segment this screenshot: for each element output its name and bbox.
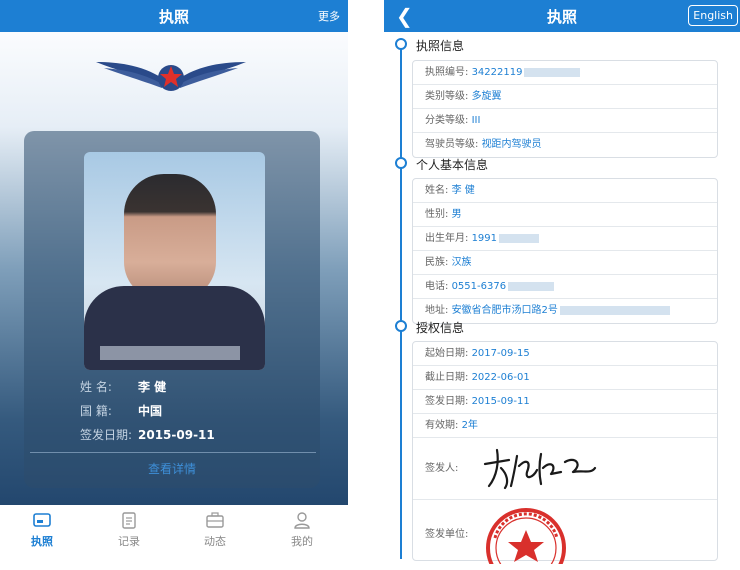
timeline-line (400, 44, 402, 559)
issuer-unit-row: 签发单位: (413, 500, 717, 564)
name-value: 李 健 (138, 380, 167, 394)
authorization-info-box: 起始日期: 2017-09-15 截止日期: 2022-06-01 签发日期: … (412, 341, 718, 564)
section-dot (395, 320, 407, 332)
tab-records[interactable]: 记录 (99, 511, 159, 549)
list-item: 民族: 汉族 (413, 251, 717, 275)
name-row: 姓 名: 李 健 (80, 380, 167, 394)
section-dot (395, 38, 407, 50)
issue-date-row: 签发日期: 2015-09-11 (80, 428, 215, 442)
handwritten-signature (483, 448, 597, 490)
list-item: 截止日期: 2022-06-01 (413, 366, 717, 390)
view-details-link[interactable]: 查看详情 (24, 460, 320, 477)
bottom-tab-bar: 执照 记录 动态 我的 (0, 505, 348, 559)
license-card-screen: 执照 更多 姓 名: 李 健 国 籍: 中国 签发日期: 2015-09-11 查看详… (0, 0, 348, 559)
top-bar: 执照 更多 (0, 0, 348, 32)
issue-date-value: 2015-09-11 (138, 428, 215, 442)
divider (30, 452, 316, 453)
list-item: 姓名: 李 健 (413, 179, 717, 203)
list-item: 有效期: 2年 (413, 414, 717, 438)
list-item: 分类等级: III (413, 109, 717, 133)
tab-license[interactable]: 执照 (12, 511, 72, 549)
section-dot (395, 157, 407, 169)
issuer-row: 签发人: (413, 438, 717, 500)
official-seal (486, 508, 566, 564)
section-title-personal: 个人基本信息 (416, 158, 489, 172)
list-item: 起始日期: 2017-09-15 (413, 342, 717, 366)
personal-info-box: 姓名: 李 健 性别: 男 出生年月: 1991 民族: 汉族 电话: 0551… (412, 178, 718, 324)
list-item: 类别等级: 多旋翼 (413, 85, 717, 109)
top-bar: ❮ 执照 English (384, 0, 740, 32)
clipboard-icon (122, 512, 136, 529)
page-title: 执照 (158, 8, 189, 26)
nationality-value: 中国 (138, 404, 163, 418)
briefcase-icon (206, 512, 224, 528)
id-photo (84, 152, 265, 370)
wings-star-emblem (96, 62, 246, 91)
list-item: 出生年月: 1991 (413, 227, 717, 251)
license-icon (33, 513, 51, 527)
list-item: 电话: 0551-6376 (413, 275, 717, 299)
list-item: 驾驶员等级: 视距内驾驶员 (425, 139, 542, 150)
license-detail-screen: ❮ 执照 English 执照信息 执照编号: 34222119 类别等级: 多… (384, 0, 740, 564)
more-button[interactable]: 更多 (318, 8, 340, 24)
list-item: 执照编号: 34222119 (413, 61, 717, 85)
nationality-row: 国 籍: 中国 (80, 404, 163, 418)
page-title: 执照 (546, 8, 577, 26)
list-item: 性别: 男 (413, 203, 717, 227)
person-icon (294, 512, 310, 529)
license-info-box: 执照编号: 34222119 类别等级: 多旋翼 分类等级: III 驾驶员等级… (412, 60, 718, 158)
tab-profile[interactable]: 我的 (272, 511, 332, 549)
section-title-license: 执照信息 (416, 39, 465, 53)
list-item: 签发日期: 2015-09-11 (413, 390, 717, 414)
english-button[interactable]: English (688, 5, 738, 26)
tab-news[interactable]: 动态 (185, 511, 245, 549)
section-title-authorization: 授权信息 (416, 321, 465, 335)
